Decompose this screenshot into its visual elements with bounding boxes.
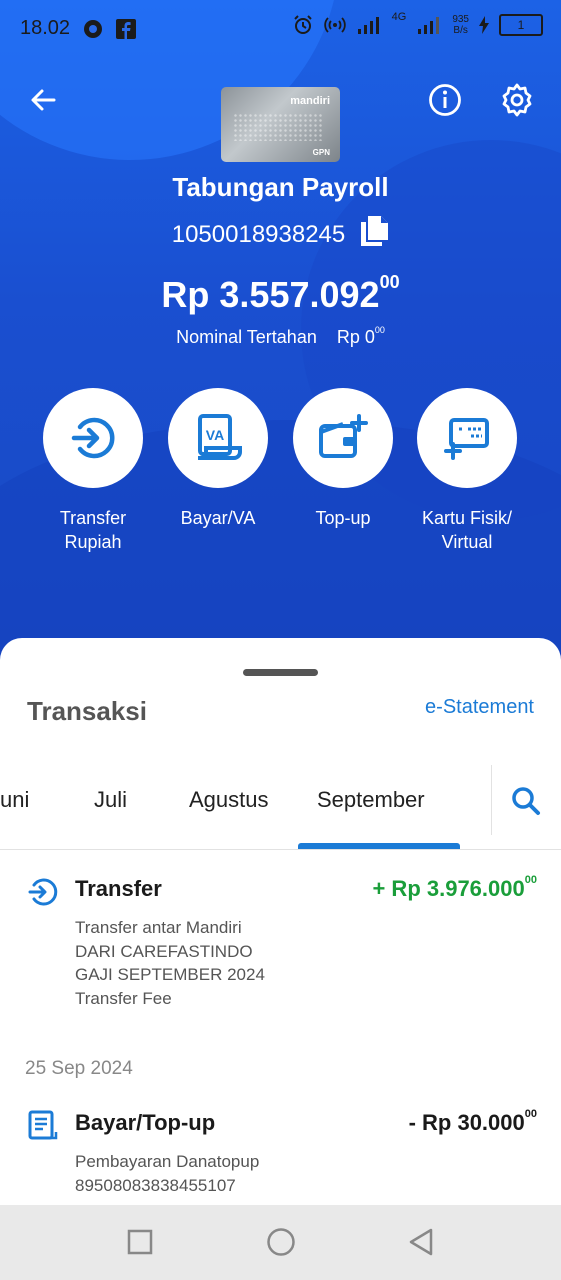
account-name: Tabungan Payroll xyxy=(172,172,389,202)
transaction-description: Pembayaran Danatopup 89508083838455107 xyxy=(75,1150,259,1197)
balance-cents: 00 xyxy=(379,272,400,292)
held-amount: Nominal Tertahan Rp 000 xyxy=(0,325,561,348)
selected-tab-indicator xyxy=(298,843,460,849)
amount-cents: 00 xyxy=(524,874,537,886)
gear-icon xyxy=(502,83,532,117)
hotspot-icon xyxy=(323,17,346,33)
account-balance: Rp 3.557.09200 xyxy=(0,272,561,316)
card-brand-logo: mandiri xyxy=(290,95,330,107)
battery-indicator: 1 xyxy=(499,14,543,36)
info-button[interactable] xyxy=(428,83,462,122)
quick-actions: Transfer Rupiah VA Bayar/VA Top-up Kartu… xyxy=(0,388,561,568)
svg-text:VA: VA xyxy=(206,427,224,443)
action-label: Transfer xyxy=(59,508,127,528)
transaction-amount: + Rp 3.976.00000 xyxy=(372,874,537,902)
action-label: Rupiah xyxy=(64,532,122,552)
action-label: Kartu Fisik/ xyxy=(421,508,513,528)
action-kartu-fisik-virtual[interactable]: Kartu Fisik/ Virtual xyxy=(402,388,532,554)
amount-main: - Rp 30.000 xyxy=(408,1110,525,1135)
action-label: Bayar/VA xyxy=(180,508,256,528)
action-label: Top-up xyxy=(315,508,371,528)
transfer-icon xyxy=(28,878,58,906)
divider xyxy=(491,765,492,835)
balance-main: Rp 3.557.092 xyxy=(161,274,380,315)
receipt-icon xyxy=(28,1110,58,1140)
search-button[interactable] xyxy=(510,785,542,822)
status-time: 18.02 xyxy=(20,17,71,39)
estatement-link[interactable]: e-Statement xyxy=(425,696,534,719)
action-circle xyxy=(417,388,517,488)
network-speed-unit: B/s xyxy=(453,25,468,36)
action-circle xyxy=(293,388,393,488)
account-header: 18.02 4G 935 B/s 1 mandiri GPN Tabungan … xyxy=(0,0,561,670)
signal-icon xyxy=(418,17,440,34)
tab-month-juni[interactable]: uni xyxy=(0,787,29,813)
home-button[interactable] xyxy=(266,1227,296,1262)
action-top-up[interactable]: Top-up xyxy=(278,388,408,530)
held-label: Nominal Tertahan xyxy=(176,327,317,347)
transactions-sheet: Transaksi e-Statement uni Juli Agustus S… xyxy=(0,638,561,1208)
recents-button[interactable] xyxy=(127,1229,153,1260)
info-icon xyxy=(429,84,461,116)
tab-month-agustus[interactable]: Agustus xyxy=(189,787,269,813)
arrow-left-icon xyxy=(31,89,56,111)
action-bayar-va[interactable]: VA Bayar/VA xyxy=(153,388,283,530)
charging-icon xyxy=(479,16,489,34)
account-number: 1050018938245 xyxy=(171,220,346,248)
system-nav-bar xyxy=(0,1205,561,1280)
network-speed-value: 935 xyxy=(452,14,469,25)
card-icon xyxy=(444,418,489,460)
transaction-item[interactable]: Transfer + Rp 3.976.00000 Transfer antar… xyxy=(0,874,561,1016)
va-icon: VA xyxy=(198,414,242,460)
app-notification-icon xyxy=(84,19,103,38)
signal-icon xyxy=(357,17,379,34)
copy-button[interactable] xyxy=(359,215,389,254)
description-line: Transfer Fee xyxy=(75,988,172,1008)
card-map-pattern xyxy=(233,113,323,141)
tab-month-september[interactable]: September xyxy=(317,787,425,813)
settings-button[interactable] xyxy=(499,82,535,123)
copy-icon xyxy=(361,216,389,246)
account-number-row: 1050018938245 xyxy=(0,215,561,254)
back-button[interactable] xyxy=(28,84,60,121)
description-line: 89508083838455107 xyxy=(75,1175,236,1195)
status-bar: 18.02 4G 935 B/s 1 xyxy=(0,0,561,56)
transaction-description: Transfer antar Mandiri DARI CAREFASTINDO… xyxy=(75,916,265,1010)
topup-wallet-icon xyxy=(319,414,368,458)
held-cents: 00 xyxy=(374,325,385,335)
action-transfer-rupiah[interactable]: Transfer Rupiah xyxy=(28,388,158,554)
triangle-back-icon xyxy=(409,1228,433,1256)
month-tabs: uni Juli Agustus September xyxy=(0,763,561,850)
alarm-icon xyxy=(293,15,312,34)
facebook-icon xyxy=(116,18,137,39)
circle-icon xyxy=(267,1228,295,1256)
action-circle: VA xyxy=(168,388,268,488)
amount-cents: 00 xyxy=(524,1108,537,1120)
amount-main: + Rp 3.976.000 xyxy=(372,876,525,901)
sheet-drag-handle[interactable] xyxy=(243,669,318,676)
transaction-type: Bayar/Top-up xyxy=(75,1110,216,1135)
transaction-amount: - Rp 30.00000 xyxy=(408,1108,537,1136)
action-label: Virtual xyxy=(441,532,493,552)
network-type: 4G xyxy=(391,11,407,23)
debit-card-image[interactable]: mandiri GPN xyxy=(221,87,340,162)
back-nav-button[interactable] xyxy=(407,1227,435,1262)
description-line: Pembayaran Danatopup xyxy=(75,1152,260,1171)
section-title: Transaksi xyxy=(27,696,147,726)
description-line: Transfer antar Mandiri xyxy=(75,918,242,937)
tab-month-juli[interactable]: Juli xyxy=(94,787,127,813)
action-circle xyxy=(43,388,143,488)
held-value: Rp 0 xyxy=(336,327,375,347)
transfer-icon xyxy=(71,417,115,459)
description-line: GAJI SEPTEMBER 2024 xyxy=(75,965,265,984)
description-line: DARI CAREFASTINDO xyxy=(75,941,253,961)
transaction-type: Transfer xyxy=(75,876,162,901)
square-icon xyxy=(127,1229,153,1255)
transaction-item[interactable]: Bayar/Top-up - Rp 30.00000 Pembayaran Da… xyxy=(0,1108,561,1200)
search-icon xyxy=(512,787,540,815)
card-network-logo: GPN xyxy=(312,148,330,157)
network-speed: 935 B/s xyxy=(452,14,469,36)
date-header: 25 Sep 2024 xyxy=(25,1058,133,1079)
